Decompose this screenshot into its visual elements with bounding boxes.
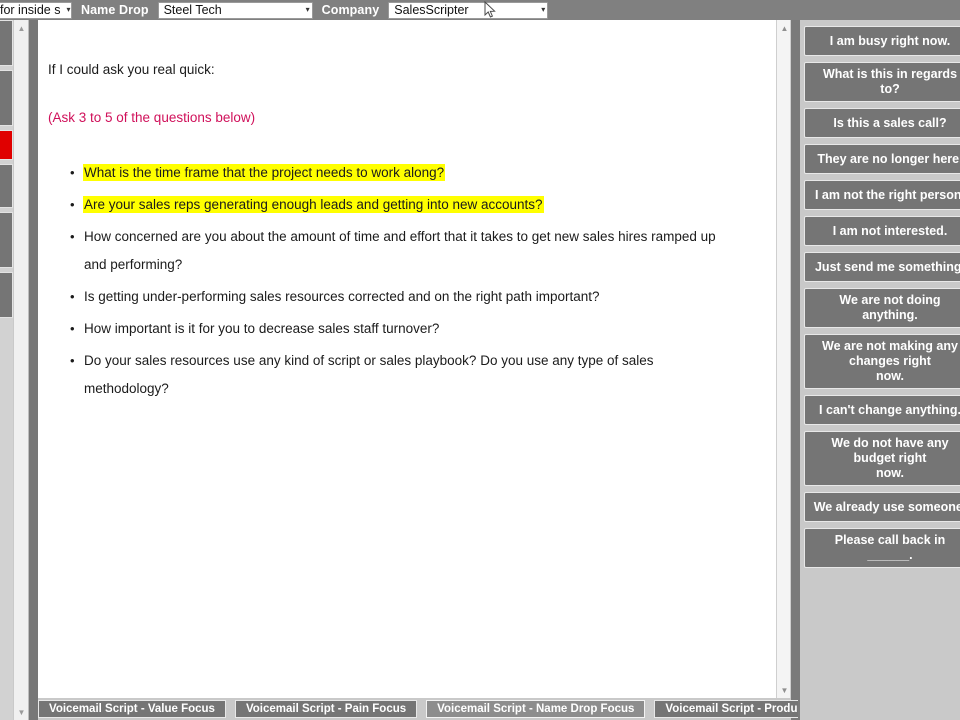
objection-button[interactable]: I am busy right now. [804, 26, 960, 56]
company-label: Company [321, 3, 380, 17]
script-tab[interactable]: Voicemail Script - Name Drop Focus [426, 700, 646, 718]
objection-button[interactable]: They are no longer here. [804, 144, 960, 174]
question-item: Do your sales resources use any kind of … [70, 347, 746, 403]
objection-button[interactable]: We already use someone. [804, 492, 960, 522]
objection-button[interactable]: Please call back in ______. [804, 528, 960, 568]
script-tab[interactable]: Voicemail Script - Product Focus [654, 700, 798, 718]
inside-sales-select-value: for inside s [0, 3, 61, 17]
script-tab-bar: Voicemail Script - Value Focus Voicemail … [38, 698, 798, 720]
left-tab-3[interactable] [0, 130, 13, 160]
left-tab-1[interactable] [0, 20, 13, 66]
scroll-up-arrow-icon[interactable]: ▲ [777, 20, 792, 36]
document-vertical-scrollbar[interactable]: ▲ ▼ [776, 20, 791, 698]
question-item: How concerned are you about the amount o… [70, 223, 746, 279]
question-item: Is getting under-performing sales resour… [70, 283, 746, 311]
objection-button[interactable]: We are not making any changes right now. [804, 334, 960, 389]
objection-button[interactable]: What is this in regards to? [804, 62, 960, 102]
objection-button[interactable]: We do not have any budget right now. [804, 431, 960, 486]
question-item: What is the time frame that the project … [70, 159, 746, 187]
left-tab-strip [0, 20, 13, 720]
left-tab-4[interactable] [0, 164, 13, 208]
left-gutter [29, 20, 38, 720]
question-item: How important is it for you to decrease … [70, 315, 746, 343]
objection-button[interactable]: Just send me something. [804, 252, 960, 282]
script-tab[interactable]: Voicemail Script - Value Focus [38, 700, 226, 718]
script-document-pane: If I could ask you real quick: (Ask 3 to… [38, 20, 776, 698]
name-drop-select[interactable]: Steel Tech ▾ [157, 1, 313, 19]
company-select-value: SalesScripter [394, 3, 469, 17]
question-text: How concerned are you about the amount o… [84, 228, 716, 272]
left-tab-2[interactable] [0, 70, 13, 126]
scroll-up-arrow-icon[interactable]: ▲ [14, 20, 29, 36]
chevron-down-icon: ▾ [305, 5, 310, 14]
chevron-down-icon: ▾ [66, 5, 71, 14]
left-tab-6[interactable] [0, 272, 13, 318]
top-toolbar: for inside s ▾ Name Drop Steel Tech ▾ Co… [0, 0, 960, 20]
objection-button[interactable]: Is this a sales call? [804, 108, 960, 138]
left-tab-5[interactable] [0, 212, 13, 268]
question-text-highlighted: Are your sales reps generating enough le… [84, 196, 543, 212]
script-tab[interactable]: Voicemail Script - Pain Focus [234, 700, 418, 718]
scroll-down-arrow-icon[interactable]: ▼ [777, 682, 792, 698]
objection-button[interactable]: I can't change anything. [804, 395, 960, 425]
objection-button[interactable]: I am not interested. [804, 216, 960, 246]
question-text: How important is it for you to decrease … [84, 320, 440, 336]
objection-buttons-panel: I am busy right now. What is this in rega… [800, 20, 960, 720]
chevron-down-icon: ▾ [541, 5, 546, 14]
scroll-down-arrow-icon[interactable]: ▼ [14, 704, 29, 720]
lead-paragraph: If I could ask you real quick: [48, 62, 215, 77]
document-right-gutter [791, 20, 800, 720]
question-text: Is getting under-performing sales resour… [84, 288, 600, 304]
question-item: Are your sales reps generating enough le… [70, 191, 746, 219]
inside-sales-select[interactable]: for inside s ▾ [0, 1, 72, 19]
question-text: Do your sales resources use any kind of … [84, 352, 654, 396]
application-window: for inside s ▾ Name Drop Steel Tech ▾ Co… [0, 0, 960, 720]
objection-button[interactable]: We are not doing anything. [804, 288, 960, 328]
left-vertical-scrollbar[interactable]: ▲ ▼ [14, 20, 29, 720]
question-text-highlighted: What is the time frame that the project … [84, 164, 445, 180]
name-drop-select-value: Steel Tech [163, 3, 222, 17]
objection-button[interactable]: I am not the right person. [804, 180, 960, 210]
script-document-content: If I could ask you real quick: (Ask 3 to… [38, 20, 776, 403]
ask-instruction-note: (Ask 3 to 5 of the questions below) [48, 110, 256, 126]
company-select[interactable]: SalesScripter ▾ [388, 1, 549, 19]
name-drop-label: Name Drop [81, 3, 149, 17]
question-list: What is the time frame that the project … [48, 159, 746, 403]
